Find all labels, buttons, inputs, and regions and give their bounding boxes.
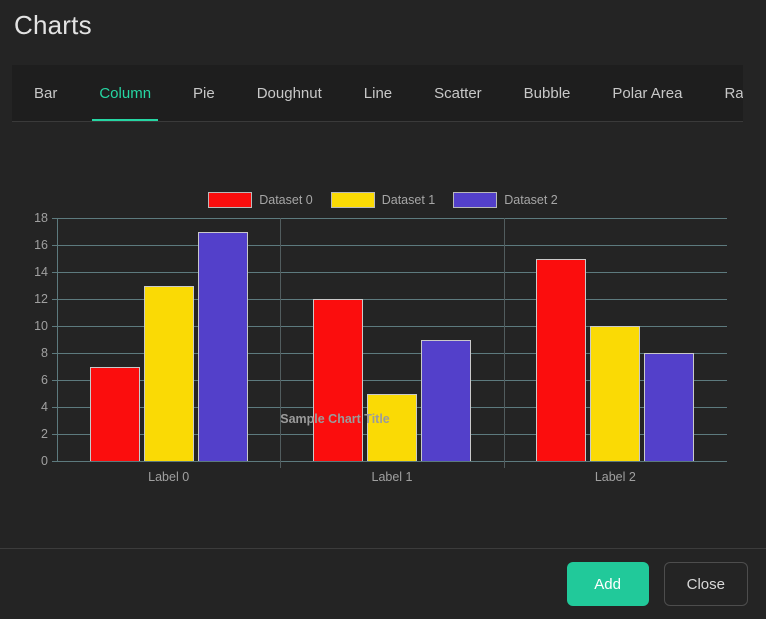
chart-canvas: Dataset 0 Dataset 1 Dataset 2 0 2 4 6 8 10 12 14 1… xyxy=(0,130,766,530)
y-tick-mark xyxy=(52,218,57,219)
y-axis-tick-label: 8 xyxy=(41,346,48,360)
tab-pie[interactable]: Pie xyxy=(172,65,236,122)
x-axis-tick-label: Label 0 xyxy=(148,470,190,484)
tab-doughnut[interactable]: Doughnut xyxy=(236,65,343,122)
tabbar-divider xyxy=(12,121,743,122)
tab-polar-area[interactable]: Polar Area xyxy=(591,65,703,122)
tab-label: Radar xyxy=(724,85,743,102)
category-separator xyxy=(280,218,282,468)
tab-bar[interactable]: Bar xyxy=(12,65,78,122)
y-tick-mark xyxy=(52,326,57,327)
tab-bubble[interactable]: Bubble xyxy=(503,65,592,122)
y-tick-mark xyxy=(52,380,57,381)
y-axis-tick-label: 12 xyxy=(34,292,48,306)
legend-swatch-icon xyxy=(208,192,253,208)
charts-dialog: Charts Bar Column Pie Doughnut Line Scatter Bu… xyxy=(0,0,766,619)
legend-swatch-icon xyxy=(453,192,498,208)
y-tick-mark xyxy=(52,461,57,462)
bar-0-2[interactable] xyxy=(197,231,248,461)
y-tick-mark xyxy=(52,272,57,273)
chart-legend: Dataset 0 Dataset 1 Dataset 2 xyxy=(0,192,766,208)
x-axis-tick-label: Label 2 xyxy=(594,470,636,484)
y-axis-tick-label: 16 xyxy=(34,238,48,252)
bar-2-1[interactable] xyxy=(590,326,641,461)
y-tick-mark xyxy=(52,434,57,435)
dialog-footer: Add Close xyxy=(0,549,766,619)
y-tick-mark xyxy=(52,353,57,354)
legend-item-1[interactable]: Dataset 1 xyxy=(330,192,436,208)
bar-1-1[interactable] xyxy=(367,393,417,461)
legend-item-2[interactable]: Dataset 2 xyxy=(453,192,558,208)
bar-2-0[interactable] xyxy=(536,258,587,461)
tab-label: Pie xyxy=(193,85,215,102)
gridline xyxy=(57,245,727,246)
x-axis-tick-label: Label 1 xyxy=(371,470,413,484)
tab-radar[interactable]: Radar xyxy=(703,65,743,122)
page-title: Charts xyxy=(14,10,92,40)
chart-title: Sample Chart Title xyxy=(280,412,390,426)
tab-line[interactable]: Line xyxy=(343,65,413,122)
y-tick-mark xyxy=(52,245,57,246)
tab-label: Scatter xyxy=(434,85,482,102)
tab-label: Polar Area xyxy=(612,85,683,102)
tab-label: Column xyxy=(99,85,152,102)
tab-label: Bar xyxy=(34,85,58,102)
gridline xyxy=(57,272,727,273)
legend-label: Dataset 1 xyxy=(381,193,436,207)
close-button[interactable]: Close xyxy=(663,562,748,606)
y-axis-tick-label: 18 xyxy=(34,211,48,225)
legend-label: Dataset 2 xyxy=(504,193,558,207)
legend-item-0[interactable]: Dataset 0 xyxy=(208,192,313,208)
gridline xyxy=(57,218,727,219)
y-axis-tick-label: 14 xyxy=(34,265,48,279)
bar-1-0[interactable] xyxy=(313,299,363,461)
gridline xyxy=(57,461,727,462)
tab-column[interactable]: Column xyxy=(78,65,172,122)
tab-label: Doughnut xyxy=(256,85,322,102)
y-tick-mark xyxy=(52,407,57,408)
tab-label: Bubble xyxy=(523,85,571,102)
chart-type-tabs: Bar Column Pie Doughnut Line Scatter Bubble Pol… xyxy=(12,65,743,122)
bar-1-2[interactable] xyxy=(421,339,471,461)
tab-scatter[interactable]: Scatter xyxy=(413,65,503,122)
y-tick-mark xyxy=(52,299,57,300)
category-separator xyxy=(503,218,505,468)
legend-label: Dataset 0 xyxy=(259,193,313,207)
y-axis-tick-label: 10 xyxy=(34,319,48,333)
y-axis-tick-label: 6 xyxy=(41,373,48,387)
tab-label: Line xyxy=(363,85,393,102)
bar-0-1[interactable] xyxy=(143,285,194,461)
add-button[interactable]: Add xyxy=(566,562,649,606)
y-axis-tick-label: 2 xyxy=(41,427,48,441)
legend-swatch-icon xyxy=(330,192,375,208)
y-axis-tick-label: 0 xyxy=(41,454,48,468)
bar-2-2[interactable] xyxy=(644,353,695,461)
